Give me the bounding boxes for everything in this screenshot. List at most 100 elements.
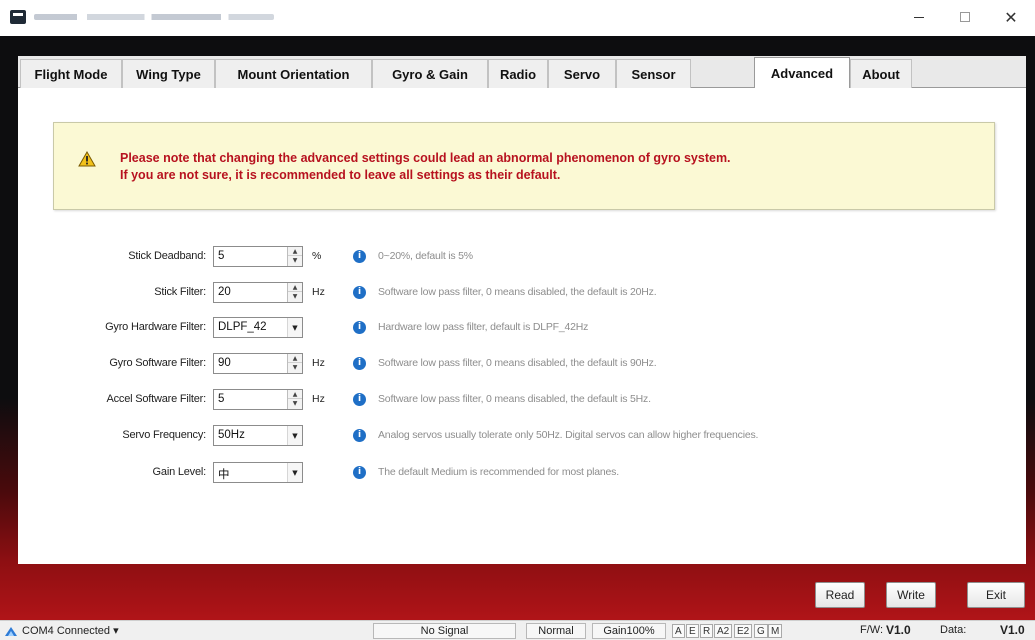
setting-label: Gain Level: (152, 466, 207, 478)
unit-label: Hz (312, 393, 325, 405)
field-value: 50Hz (218, 429, 245, 441)
setting-hint: Software low pass filter, 0 means disabl… (378, 286, 657, 298)
info-icon: i (353, 466, 366, 479)
spin-buttons[interactable]: ▲ ▼ (287, 390, 302, 409)
signal-status: No Signal (373, 623, 516, 639)
tab-advanced[interactable]: Advanced (754, 57, 850, 89)
info-icon: i (353, 321, 366, 334)
exit-button[interactable]: Exit (967, 582, 1025, 608)
field-value: 5 (218, 393, 225, 405)
setting-hint: Hardware low pass filter, default is DLP… (378, 321, 589, 333)
spin-up-icon[interactable]: ▲ (288, 390, 302, 399)
chevron-down-icon[interactable]: ▼ (287, 318, 302, 337)
spin-down-icon[interactable]: ▼ (288, 292, 302, 301)
accel-software-filter-input[interactable]: 5 ▲ ▼ (213, 389, 303, 410)
warning-banner: Please note that changing the advanced s… (53, 122, 995, 210)
spin-buttons[interactable]: ▲ ▼ (287, 354, 302, 373)
maximize-button[interactable] (942, 0, 988, 34)
unit-label: Hz (312, 357, 325, 369)
gain-status: Gain100% (592, 623, 666, 639)
setting-hint: The default Medium is recommended for mo… (378, 466, 619, 478)
mode-status: Normal (526, 623, 586, 639)
setting-row-servo-frequency: Servo Frequency: 50Hz ▼ i Analog servos … (18, 425, 1018, 447)
spin-up-icon[interactable]: ▲ (288, 283, 302, 292)
info-icon: i (353, 286, 366, 299)
setting-row-stick-filter: Stick Filter: 20 ▲ ▼ Hz i Software low pa… (18, 282, 1018, 304)
gyro-hardware-filter-select[interactable]: DLPF_42 ▼ (213, 317, 303, 338)
spin-buttons[interactable]: ▲ ▼ (287, 283, 302, 302)
window-title (34, 14, 274, 20)
chevron-down-icon[interactable]: ▼ (287, 426, 302, 445)
spin-down-icon[interactable]: ▼ (288, 363, 302, 372)
info-icon: i (353, 393, 366, 406)
connection-label: COM4 Connected (22, 625, 111, 637)
app-icon (10, 10, 26, 24)
info-icon: i (353, 250, 366, 263)
flag-g: G (754, 624, 768, 638)
spin-down-icon[interactable]: ▼ (288, 256, 302, 265)
tab-flight-mode[interactable]: Flight Mode (20, 59, 122, 88)
connection-icon (5, 627, 17, 636)
spin-up-icon[interactable]: ▲ (288, 354, 302, 363)
close-icon: ✕ (1004, 7, 1018, 27)
spin-up-icon[interactable]: ▲ (288, 247, 302, 256)
field-value: 20 (218, 286, 231, 298)
setting-label: Accel Software Filter: (106, 393, 206, 405)
warning-triangle-icon (78, 151, 96, 167)
setting-label: Gyro Software Filter: (109, 357, 206, 369)
info-icon: i (353, 357, 366, 370)
gyro-software-filter-input[interactable]: 90 ▲ ▼ (213, 353, 303, 374)
unit-label: Hz (312, 286, 325, 298)
chevron-down-icon[interactable]: ▼ (287, 463, 302, 482)
flag-e2: E2 (734, 624, 753, 638)
flag-m: M (768, 624, 783, 638)
unit-label: % (312, 250, 322, 262)
setting-label: Stick Filter: (154, 286, 206, 298)
data-version: V1.0 (1000, 623, 1025, 637)
setting-row-gyro-hardware-filter: Gyro Hardware Filter: DLPF_42 ▼ i Hardwa… (18, 317, 1018, 339)
field-value: 中 (218, 469, 230, 481)
setting-hint: Analog servos usually tolerate only 50Hz… (378, 429, 759, 441)
servo-frequency-select[interactable]: 50Hz ▼ (213, 425, 303, 446)
stick-filter-input[interactable]: 20 ▲ ▼ (213, 282, 303, 303)
tab-servo[interactable]: Servo (548, 59, 616, 88)
spin-down-icon[interactable]: ▼ (288, 399, 302, 408)
setting-hint: 0~20%, default is 5% (378, 250, 473, 262)
flag-a: A (672, 624, 685, 638)
field-value: DLPF_42 (218, 321, 267, 333)
tab-sensor[interactable]: Sensor (616, 59, 691, 88)
setting-hint: Software low pass filter, 0 means disabl… (378, 393, 651, 405)
write-button[interactable]: Write (886, 582, 936, 608)
setting-row-accel-software-filter: Accel Software Filter: 5 ▲ ▼ Hz i Softwar… (18, 389, 1018, 411)
setting-row-gain-level: Gain Level: 中 ▼ i The default Medium is … (18, 462, 1018, 484)
minimize-button[interactable] (896, 0, 942, 34)
connection-status[interactable]: COM4 Connected ▾ (22, 624, 119, 637)
tab-radio[interactable]: Radio (488, 59, 548, 88)
minimize-icon (914, 16, 924, 18)
close-button[interactable]: ✕ (988, 0, 1034, 34)
tab-wing-type[interactable]: Wing Type (122, 59, 215, 88)
tab-about[interactable]: About (850, 59, 912, 88)
data-label: Data: (940, 624, 967, 636)
maximize-icon (960, 12, 970, 22)
warning-text-line-1: Please note that changing the advanced s… (120, 151, 731, 165)
flag-a2: A2 (714, 624, 733, 638)
info-icon: i (353, 429, 366, 442)
field-value: 5 (218, 250, 225, 262)
setting-row-gyro-software-filter: Gyro Software Filter: 90 ▲ ▼ Hz i Softwar… (18, 353, 1018, 375)
tab-gyro-gain[interactable]: Gyro & Gain (372, 59, 488, 88)
stick-deadband-input[interactable]: 5 ▲ ▼ (213, 246, 303, 267)
flag-e: E (686, 624, 699, 638)
field-value: 90 (218, 357, 231, 369)
spin-buttons[interactable]: ▲ ▼ (287, 247, 302, 266)
read-button[interactable]: Read (815, 582, 865, 608)
advanced-panel: Please note that changing the advanced s… (18, 88, 1026, 564)
setting-row-stick-deadband: Stick Deadband: 5 ▲ ▼ % i 0~20%, default … (18, 246, 1018, 268)
gain-level-select[interactable]: 中 ▼ (213, 462, 303, 483)
status-bar: COM4 Connected ▾ No Signal Normal Gain10… (0, 620, 1035, 640)
tab-mount-orientation[interactable]: Mount Orientation (215, 59, 372, 88)
setting-label: Servo Frequency: (122, 429, 206, 441)
flag-r: R (700, 624, 714, 638)
title-bar: ✕ (0, 0, 1035, 36)
setting-label: Gyro Hardware Filter: (105, 321, 206, 333)
